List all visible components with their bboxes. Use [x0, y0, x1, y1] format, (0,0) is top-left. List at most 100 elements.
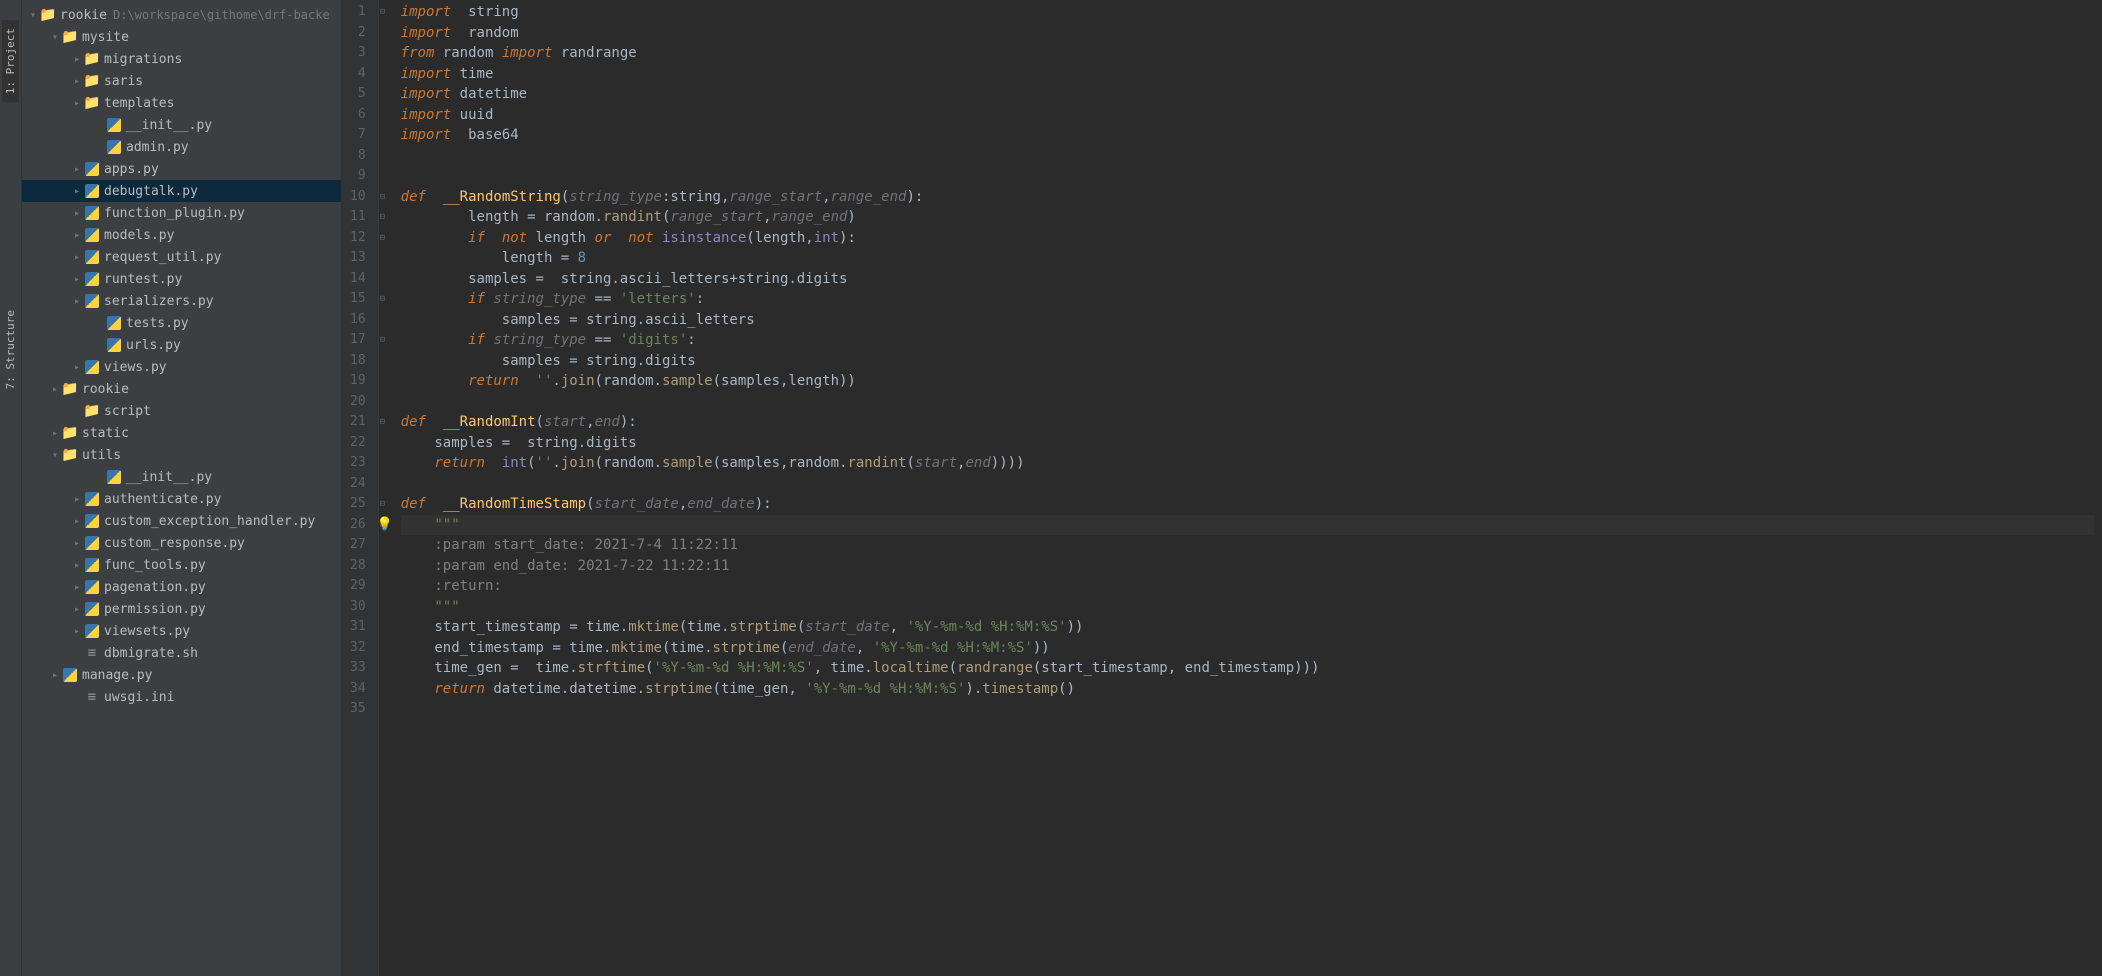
tree-item[interactable]: ▸≡uwsgi.ini	[22, 686, 341, 708]
code-line[interactable]: start_timestamp = time.mktime(time.strpt…	[401, 617, 2094, 638]
code-line[interactable]: :param start_date: 2021-7-4 11:22:11	[401, 535, 2094, 556]
fold-marker-icon[interactable]: ⊟	[380, 212, 385, 222]
tree-item[interactable]: ▸__init__.py	[22, 466, 341, 488]
code-line[interactable]: import random	[401, 23, 2094, 44]
tree-item[interactable]: ▸≡dbmigrate.sh	[22, 642, 341, 664]
code-line[interactable]	[401, 474, 2094, 495]
tree-item[interactable]: ▸📁saris	[22, 70, 341, 92]
tree-item[interactable]: ▸debugtalk.py	[22, 180, 341, 202]
code-line[interactable]: length = 8	[401, 248, 2094, 269]
tree-item[interactable]: ▸urls.py	[22, 334, 341, 356]
tree-item[interactable]: ▸models.py	[22, 224, 341, 246]
chevron-right-icon[interactable]: ▸	[70, 274, 84, 285]
code-line[interactable]	[401, 699, 2094, 720]
chevron-right-icon[interactable]: ▸	[70, 538, 84, 549]
chevron-right-icon[interactable]: ▸	[70, 494, 84, 505]
fold-marker-icon[interactable]: ⊟	[380, 417, 385, 427]
fold-marker-icon[interactable]: ⊟	[380, 192, 385, 202]
tree-item[interactable]: ▸tests.py	[22, 312, 341, 334]
tree-item[interactable]: ▸views.py	[22, 356, 341, 378]
code-line[interactable]: def __RandomString(string_type:string,ra…	[401, 187, 2094, 208]
tree-item[interactable]: ▸📁static	[22, 422, 341, 444]
code-line[interactable]: """	[401, 597, 2094, 618]
code-line[interactable]: :param end_date: 2021-7-22 11:22:11	[401, 556, 2094, 577]
tree-item[interactable]: ▸📁rookie	[22, 378, 341, 400]
code-line[interactable]: import uuid	[401, 105, 2094, 126]
chevron-right-icon[interactable]: ▸	[70, 582, 84, 593]
intention-bulb-icon[interactable]: 💡	[377, 517, 393, 532]
code-line[interactable]: if string_type == 'digits':	[401, 330, 2094, 351]
chevron-right-icon[interactable]: ▸	[48, 670, 62, 681]
tree-item[interactable]: ▸apps.py	[22, 158, 341, 180]
chevron-right-icon[interactable]: ▸	[70, 54, 84, 65]
code-line[interactable]: samples = string.ascii_letters	[401, 310, 2094, 331]
fold-marker-icon[interactable]: ⊟	[380, 7, 385, 17]
chevron-right-icon[interactable]: ▸	[70, 296, 84, 307]
tree-item[interactable]: ▸pagenation.py	[22, 576, 341, 598]
code-line[interactable]: return ''.join(random.sample(samples,len…	[401, 371, 2094, 392]
chevron-right-icon[interactable]: ▸	[70, 604, 84, 615]
chevron-right-icon[interactable]: ▸	[70, 98, 84, 109]
tree-item[interactable]: ▸request_util.py	[22, 246, 341, 268]
tree-item[interactable]: ▸admin.py	[22, 136, 341, 158]
chevron-right-icon[interactable]: ▸	[70, 76, 84, 87]
code-line[interactable]: time_gen = time.strftime('%Y-%m-%d %H:%M…	[401, 658, 2094, 679]
code-line[interactable]	[401, 146, 2094, 167]
tree-item[interactable]: ▸manage.py	[22, 664, 341, 686]
chevron-down-icon[interactable]: ▾	[26, 10, 40, 21]
chevron-right-icon[interactable]: ▸	[70, 626, 84, 637]
code-line[interactable]: samples = string.digits	[401, 433, 2094, 454]
structure-tab[interactable]: 7: Structure	[2, 302, 19, 397]
tree-item[interactable]: ▸func_tools.py	[22, 554, 341, 576]
tree-item[interactable]: ▾📁mysite	[22, 26, 341, 48]
project-tab[interactable]: 1: Project	[2, 20, 19, 102]
tree-item[interactable]: ▸authenticate.py	[22, 488, 341, 510]
code-line[interactable]: import datetime	[401, 84, 2094, 105]
tree-item[interactable]: ▸custom_response.py	[22, 532, 341, 554]
tree-item[interactable]: ▸custom_exception_handler.py	[22, 510, 341, 532]
chevron-down-icon[interactable]: ▾	[48, 32, 62, 43]
tree-item[interactable]: ▸__init__.py	[22, 114, 341, 136]
code-line[interactable]: import base64	[401, 125, 2094, 146]
tree-item[interactable]: ▸permission.py	[22, 598, 341, 620]
code-line[interactable]	[401, 392, 2094, 413]
tree-item[interactable]: ▸📁script	[22, 400, 341, 422]
code-line[interactable]: samples = string.ascii_letters+string.di…	[401, 269, 2094, 290]
tree-item[interactable]: ▸📁migrations	[22, 48, 341, 70]
chevron-right-icon[interactable]: ▸	[70, 230, 84, 241]
fold-marker-icon[interactable]: ⊟	[380, 294, 385, 304]
tree-item[interactable]: ▸serializers.py	[22, 290, 341, 312]
chevron-right-icon[interactable]: ▸	[48, 384, 62, 395]
code-line[interactable]: import time	[401, 64, 2094, 85]
code-line[interactable]: return int(''.join(random.sample(samples…	[401, 453, 2094, 474]
fold-marker-icon[interactable]: ⊟	[380, 233, 385, 243]
code-line[interactable]: """	[401, 515, 2094, 536]
fold-marker-icon[interactable]: ⊟	[380, 335, 385, 345]
code-area[interactable]: import stringimport randomfrom random im…	[393, 0, 2102, 976]
code-line[interactable]: samples = string.digits	[401, 351, 2094, 372]
code-line[interactable]: if not length or not isinstance(length,i…	[401, 228, 2094, 249]
code-line[interactable]: def __RandomTimeStamp(start_date,end_dat…	[401, 494, 2094, 515]
chevron-right-icon[interactable]: ▸	[70, 164, 84, 175]
code-line[interactable]: :return:	[401, 576, 2094, 597]
editor[interactable]: 1234567891011121314151617181920212223242…	[342, 0, 2102, 976]
tree-item[interactable]: ▸function_plugin.py	[22, 202, 341, 224]
chevron-right-icon[interactable]: ▸	[70, 516, 84, 527]
tree-root[interactable]: ▾ 📁 rookie D:\workspace\githome\drf-back…	[22, 4, 341, 26]
tree-item[interactable]: ▸viewsets.py	[22, 620, 341, 642]
chevron-right-icon[interactable]: ▸	[70, 560, 84, 571]
chevron-right-icon[interactable]: ▸	[48, 428, 62, 439]
code-line[interactable]: from random import randrange	[401, 43, 2094, 64]
code-line[interactable]	[401, 166, 2094, 187]
chevron-right-icon[interactable]: ▸	[70, 208, 84, 219]
tree-item[interactable]: ▾📁utils	[22, 444, 341, 466]
chevron-right-icon[interactable]: ▸	[70, 186, 84, 197]
code-line[interactable]: return datetime.datetime.strptime(time_g…	[401, 679, 2094, 700]
chevron-down-icon[interactable]: ▾	[48, 450, 62, 461]
code-line[interactable]: if string_type == 'letters':	[401, 289, 2094, 310]
chevron-right-icon[interactable]: ▸	[70, 362, 84, 373]
code-line[interactable]: end_timestamp = time.mktime(time.strptim…	[401, 638, 2094, 659]
code-line[interactable]: def __RandomInt(start,end):	[401, 412, 2094, 433]
project-tree[interactable]: ▾ 📁 rookie D:\workspace\githome\drf-back…	[22, 0, 342, 976]
code-line[interactable]: import string	[401, 2, 2094, 23]
